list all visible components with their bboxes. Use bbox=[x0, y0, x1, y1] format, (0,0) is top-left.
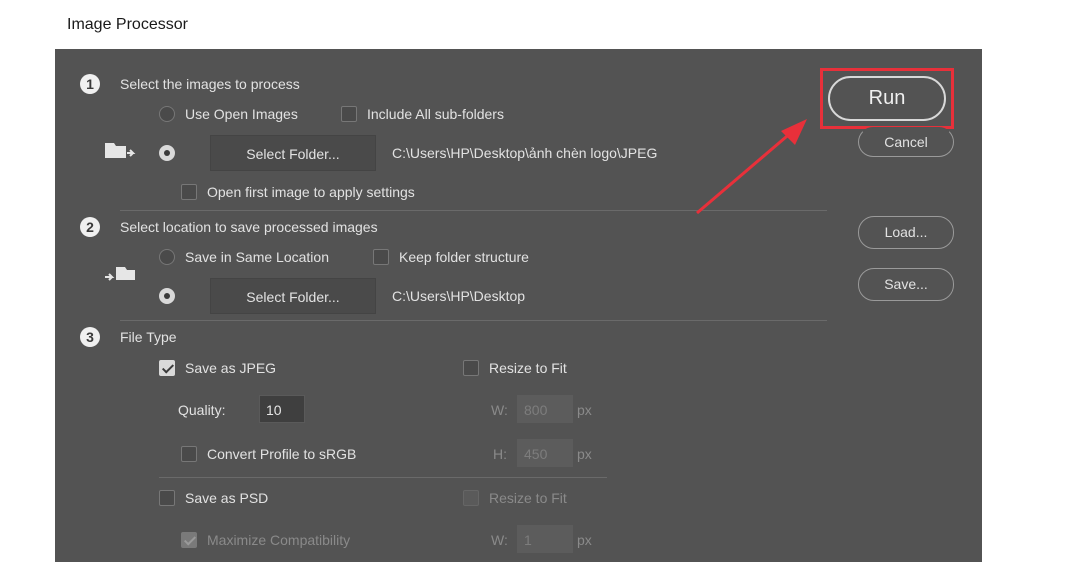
psd-width-input[interactable]: 1 bbox=[517, 525, 573, 553]
save-as-jpeg-checkbox[interactable] bbox=[159, 360, 175, 376]
maximize-compat-label: Maximize Compatibility bbox=[207, 532, 351, 548]
jpeg-height-unit: px bbox=[577, 446, 592, 462]
save-same-location-radio[interactable] bbox=[159, 249, 175, 265]
jpeg-width-input[interactable]: 800 bbox=[517, 395, 573, 423]
run-highlight-box: Run bbox=[820, 68, 954, 129]
keep-folder-structure-checkbox[interactable] bbox=[373, 249, 389, 265]
window-title: Image Processor bbox=[67, 16, 188, 33]
open-first-image-checkbox[interactable] bbox=[181, 184, 197, 200]
resize-jpeg-checkbox[interactable] bbox=[463, 360, 479, 376]
use-open-images-radio[interactable] bbox=[159, 106, 175, 122]
save-settings-button[interactable]: Save... bbox=[858, 268, 954, 301]
jpeg-height-label: H: bbox=[493, 446, 507, 462]
save-as-psd-checkbox[interactable] bbox=[159, 490, 175, 506]
quality-label: Quality: bbox=[178, 402, 226, 418]
section-divider bbox=[120, 320, 827, 321]
convert-profile-label: Convert Profile to sRGB bbox=[207, 446, 357, 462]
save-as-psd-label: Save as PSD bbox=[185, 490, 269, 506]
convert-profile-checkbox[interactable] bbox=[181, 446, 197, 462]
save-same-location-label: Save in Same Location bbox=[185, 249, 329, 265]
step-2-badge: 2 bbox=[80, 217, 100, 237]
image-processor-dialog: Image Processor 1 Select the images to p… bbox=[55, 0, 982, 562]
jpeg-height-input[interactable]: 450 bbox=[517, 439, 573, 467]
psd-width-label: W: bbox=[491, 532, 508, 548]
open-first-image-label: Open first image to apply settings bbox=[207, 184, 415, 200]
quality-input[interactable]: 10 bbox=[259, 395, 305, 423]
select-source-folder-button[interactable]: Select Folder... bbox=[210, 135, 376, 171]
resize-psd-label: Resize to Fit bbox=[489, 490, 567, 506]
filetype-divider bbox=[159, 477, 607, 478]
dialog-body: 1 Select the images to process Use Open … bbox=[55, 49, 982, 562]
annotation-arrow-icon bbox=[696, 119, 807, 215]
source-folder-icon bbox=[105, 143, 136, 158]
select-destination-radio[interactable] bbox=[159, 288, 175, 304]
jpeg-width-unit: px bbox=[577, 402, 592, 418]
jpeg-width-label: W: bbox=[491, 402, 508, 418]
select-destination-folder-button[interactable]: Select Folder... bbox=[210, 278, 376, 314]
section3-heading: File Type bbox=[120, 329, 177, 345]
include-subfolders-label: Include All sub-folders bbox=[367, 106, 504, 122]
keep-folder-structure-label: Keep folder structure bbox=[399, 249, 529, 265]
use-open-images-label: Use Open Images bbox=[185, 106, 298, 122]
destination-folder-path: C:\Users\HP\Desktop bbox=[392, 288, 526, 304]
section2-heading: Select location to save processed images bbox=[120, 219, 378, 235]
save-as-jpeg-label: Save as JPEG bbox=[185, 360, 277, 376]
section1-heading: Select the images to process bbox=[120, 76, 300, 92]
source-folder-path: C:\Users\HP\Desktop\ảnh chèn logo\JPEG bbox=[392, 145, 658, 161]
run-button[interactable]: Run bbox=[828, 76, 946, 121]
select-folder-radio[interactable] bbox=[159, 145, 175, 161]
load-button[interactable]: Load... bbox=[858, 216, 954, 249]
resize-jpeg-label: Resize to Fit bbox=[489, 360, 567, 376]
step-1-badge: 1 bbox=[80, 74, 100, 94]
maximize-compat-checkbox[interactable] bbox=[181, 532, 197, 548]
resize-psd-checkbox[interactable] bbox=[463, 490, 479, 506]
psd-width-unit: px bbox=[577, 532, 592, 548]
step-3-badge: 3 bbox=[80, 327, 100, 347]
include-subfolders-checkbox[interactable] bbox=[341, 106, 357, 122]
cancel-button[interactable]: Cancel bbox=[858, 127, 954, 157]
title-bar: Image Processor bbox=[55, 0, 982, 49]
destination-folder-icon bbox=[105, 267, 135, 281]
